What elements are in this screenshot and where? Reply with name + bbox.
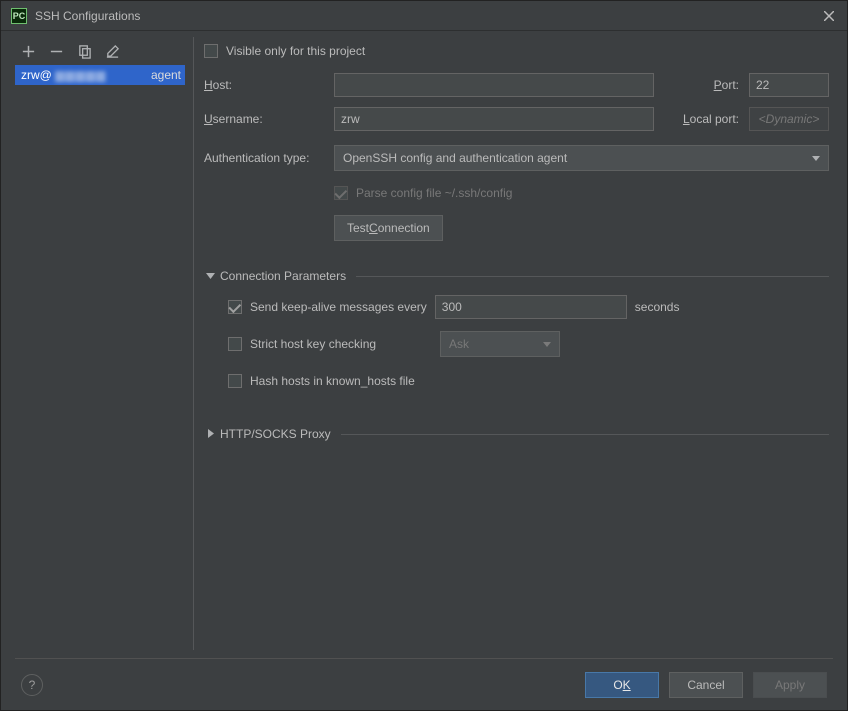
chevron-right-icon [204, 427, 216, 441]
vertical-divider [193, 37, 194, 650]
strict-host-checkbox[interactable] [228, 337, 242, 351]
auth-type-label: Authentication type: [204, 151, 334, 165]
titlebar: PC SSH Configurations [1, 1, 847, 31]
hash-hosts-checkbox[interactable] [228, 374, 242, 388]
port-input[interactable] [749, 73, 829, 97]
window-title: SSH Configurations [35, 9, 821, 23]
auth-type-select[interactable]: OpenSSH config and authentication agent [334, 145, 829, 171]
visible-only-label: Visible only for this project [226, 44, 365, 58]
section-title: Connection Parameters [220, 269, 346, 283]
auth-type-value: OpenSSH config and authentication agent [343, 151, 567, 165]
strict-host-select[interactable]: Ask [440, 331, 560, 357]
keepalive-input[interactable] [435, 295, 627, 319]
username-input[interactable] [334, 107, 654, 131]
section-http-socks-proxy[interactable]: HTTP/SOCKS Proxy [204, 427, 829, 441]
keepalive-checkbox[interactable] [228, 300, 242, 314]
close-icon[interactable] [821, 8, 837, 24]
config-item-label: zrw@ [21, 68, 52, 82]
config-item-selected[interactable]: zrw@ ▆▆▆▆▆ agent [15, 65, 185, 85]
ok-button[interactable]: OK [585, 672, 659, 698]
visible-only-checkbox[interactable] [204, 44, 218, 58]
strict-host-value: Ask [449, 337, 469, 351]
chevron-down-icon [812, 151, 820, 165]
keepalive-label: Send keep-alive messages every [250, 300, 427, 314]
hash-hosts-label: Hash hosts in known_hosts file [250, 374, 415, 388]
local-port-input: <Dynamic> [749, 107, 829, 131]
apply-button[interactable]: Apply [753, 672, 827, 698]
keepalive-suffix: seconds [635, 300, 680, 314]
parse-config-label: Parse config file ~/.ssh/config [356, 186, 512, 200]
section-title: HTTP/SOCKS Proxy [220, 427, 331, 441]
config-item-redacted: ▆▆▆▆▆ [55, 68, 106, 82]
section-divider [341, 434, 829, 435]
dialog-footer: ? OK Cancel Apply [15, 658, 833, 710]
remove-icon[interactable] [47, 42, 65, 60]
port-label: Port: [714, 78, 749, 92]
config-list[interactable]: zrw@ ▆▆▆▆▆ agent [15, 65, 185, 650]
sidebar: zrw@ ▆▆▆▆▆ agent [15, 37, 185, 650]
edit-icon[interactable] [103, 42, 121, 60]
config-item-method: agent [151, 65, 181, 85]
help-button[interactable]: ? [21, 674, 43, 696]
sidebar-toolbar [15, 37, 185, 65]
section-connection-parameters[interactable]: Connection Parameters [204, 269, 829, 283]
host-input[interactable] [334, 73, 654, 97]
strict-host-label: Strict host key checking [250, 337, 440, 351]
cancel-button[interactable]: Cancel [669, 672, 743, 698]
parse-config-checkbox [334, 186, 348, 200]
username-label: Username: [204, 112, 334, 126]
copy-icon[interactable] [75, 42, 93, 60]
chevron-down-icon [543, 337, 551, 351]
add-icon[interactable] [19, 42, 37, 60]
chevron-down-icon [204, 269, 216, 283]
local-port-label: Local port: [683, 112, 749, 126]
host-label: Host: [204, 78, 334, 92]
section-divider [356, 276, 829, 277]
form-panel: Visible only for this project Host: Port… [204, 37, 833, 650]
app-icon: PC [11, 8, 27, 24]
test-connection-button[interactable]: Test Connection [334, 215, 443, 241]
